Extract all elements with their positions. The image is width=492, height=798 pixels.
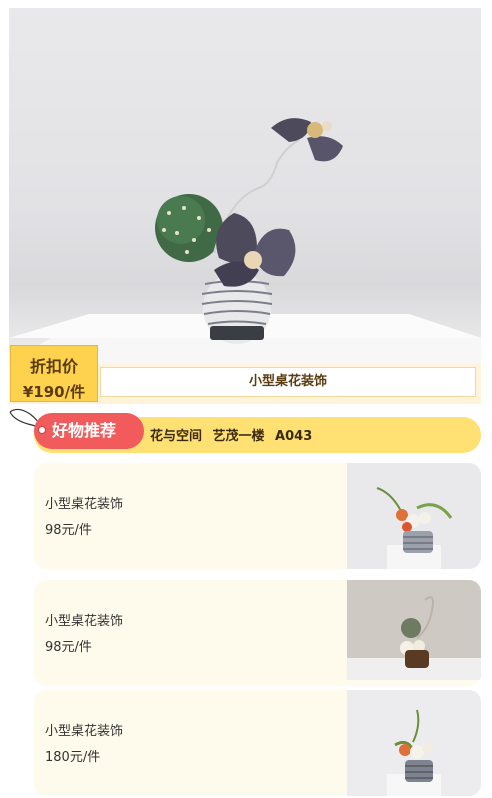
product-price: 98元/件	[45, 523, 92, 538]
product-thumbnail[interactable]	[347, 690, 481, 796]
discount-price-label: 折扣价	[29, 357, 78, 376]
product-name: 小型桌花装饰	[45, 497, 124, 512]
product-thumbnail[interactable]	[347, 580, 481, 686]
discount-price-value: ¥190/件	[22, 383, 86, 401]
product-name: 小型桌花装饰	[45, 724, 124, 739]
product-price: 98元/件	[45, 640, 92, 655]
tag-hole-icon	[38, 426, 46, 434]
discount-price-box: 折扣价 ¥190/件	[10, 345, 98, 402]
product-card[interactable]: 小型桌花装饰 98元/件	[34, 463, 481, 569]
recommend-badge[interactable]: 好物推荐	[34, 413, 144, 449]
product-price: 180元/件	[45, 750, 101, 765]
hero-product-image[interactable]	[9, 8, 481, 364]
recommend-location: 花与空间 艺茂一楼 A043	[150, 429, 313, 444]
product-thumbnail[interactable]	[347, 463, 481, 569]
product-card[interactable]: 小型桌花装饰 180元/件	[34, 690, 481, 796]
hero-section: 折扣价 ¥190/件 小型桌花装饰	[9, 8, 481, 404]
product-name: 小型桌花装饰	[45, 614, 124, 629]
product-card[interactable]: 小型桌花装饰 98元/件	[34, 580, 481, 686]
hero-product-title: 小型桌花装饰	[100, 367, 476, 397]
